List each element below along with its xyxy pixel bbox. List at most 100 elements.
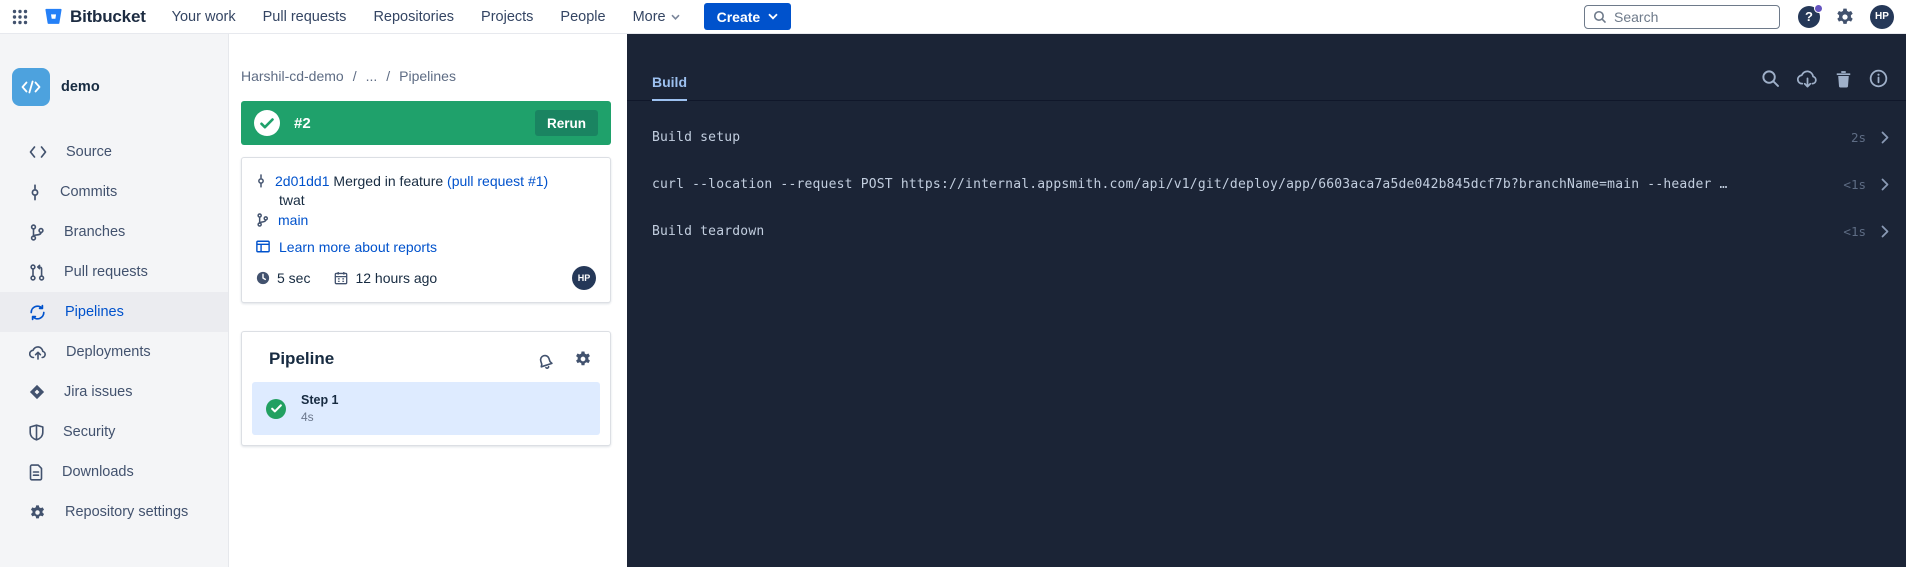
nav-item-pull-requests[interactable]: Pull requests bbox=[263, 9, 347, 25]
step-duration: 4s bbox=[301, 410, 339, 424]
pipeline-settings-gear-icon[interactable] bbox=[574, 350, 592, 368]
duration-item: 5 sec bbox=[256, 270, 310, 286]
log-row-duration: <1s bbox=[1843, 177, 1866, 192]
settings-gear-icon[interactable] bbox=[1835, 7, 1855, 27]
trash-icon[interactable] bbox=[1835, 70, 1852, 88]
commit-icon bbox=[29, 184, 41, 201]
commit-message-line2: twat bbox=[256, 191, 596, 210]
log-rows: Build setup 2s curl --location --request… bbox=[627, 114, 1906, 255]
breadcrumb-page[interactable]: Pipelines bbox=[399, 68, 456, 84]
search-input[interactable] bbox=[1614, 9, 1754, 25]
pipeline-summary-column: Harshil-cd-demo / ... / Pipelines #2 Rer… bbox=[229, 34, 627, 567]
page-content: demo Source Commits bbox=[0, 34, 1906, 567]
notifications-bell-icon[interactable] bbox=[539, 350, 557, 368]
download-log-cloud-icon[interactable] bbox=[1797, 70, 1818, 88]
notification-dot bbox=[1814, 4, 1823, 13]
pipeline-card: Pipeline Step 1 bbox=[241, 331, 611, 446]
run-number: #2 bbox=[294, 115, 311, 132]
deployments-icon bbox=[29, 345, 47, 360]
log-row-duration: <1s bbox=[1843, 224, 1866, 239]
info-icon[interactable] bbox=[1869, 69, 1888, 88]
bitbucket-logo-text: Bitbucket bbox=[70, 7, 146, 27]
commit-icon bbox=[256, 174, 266, 188]
nav-item-repositories[interactable]: Repositories bbox=[373, 9, 454, 25]
breadcrumb-separator: / bbox=[353, 68, 357, 84]
log-row-curl-command[interactable]: curl --location --request POST https://i… bbox=[627, 161, 1906, 208]
chevron-down-icon bbox=[671, 14, 680, 20]
bitbucket-logo-icon bbox=[44, 7, 63, 26]
repo-avatar[interactable] bbox=[12, 68, 50, 106]
calendar-icon bbox=[334, 271, 348, 285]
repo-sidebar: demo Source Commits bbox=[0, 34, 229, 567]
tab-build[interactable]: Build bbox=[652, 74, 687, 101]
success-check-icon bbox=[254, 110, 280, 136]
sidebar-item-commits[interactable]: Commits bbox=[0, 172, 228, 212]
breadcrumb: Harshil-cd-demo / ... / Pipelines bbox=[241, 68, 611, 84]
log-row-build-setup[interactable]: Build setup 2s bbox=[627, 114, 1906, 161]
branch-link[interactable]: main bbox=[278, 210, 308, 230]
nav-item-more[interactable]: More bbox=[633, 9, 680, 25]
log-row-text: Build setup bbox=[652, 130, 1835, 145]
sidebar-item-label: Downloads bbox=[62, 464, 134, 480]
sidebar-item-label: Jira issues bbox=[64, 384, 133, 400]
run-time-ago: 12 hours ago bbox=[355, 270, 437, 286]
sidebar-nav: Source Commits Branches bbox=[0, 132, 228, 532]
sidebar-item-label: Pull requests bbox=[64, 264, 148, 280]
nav-item-projects[interactable]: Projects bbox=[481, 9, 533, 25]
create-button-label: Create bbox=[717, 9, 761, 25]
pipeline-step-row[interactable]: Step 1 4s bbox=[252, 382, 600, 435]
sidebar-item-pipelines[interactable]: Pipelines bbox=[0, 292, 228, 332]
time-ago-item: 12 hours ago bbox=[334, 270, 437, 286]
chevron-right-icon bbox=[1881, 131, 1889, 144]
commit-hash-link[interactable]: 2d01dd1 bbox=[275, 173, 330, 189]
commit-message: Merged in feature bbox=[333, 173, 443, 189]
rerun-button[interactable]: Rerun bbox=[535, 110, 598, 136]
branch-icon bbox=[29, 224, 45, 241]
sidebar-item-repository-settings[interactable]: Repository settings bbox=[0, 492, 228, 532]
sidebar-item-downloads[interactable]: Downloads bbox=[0, 452, 228, 492]
bitbucket-logo[interactable]: Bitbucket bbox=[44, 7, 146, 27]
step-name: Step 1 bbox=[301, 393, 339, 407]
sidebar-item-source[interactable]: Source bbox=[0, 132, 228, 172]
sidebar-item-security[interactable]: Security bbox=[0, 412, 228, 452]
pull-request-icon bbox=[29, 264, 45, 281]
sidebar-item-label: Source bbox=[66, 144, 112, 160]
user-avatar[interactable]: HP bbox=[1870, 5, 1894, 29]
breadcrumb-ellipsis[interactable]: ... bbox=[366, 68, 378, 84]
sidebar-item-pull-requests[interactable]: Pull requests bbox=[0, 252, 228, 292]
breadcrumb-repo[interactable]: Harshil-cd-demo bbox=[241, 68, 344, 84]
sidebar-item-jira-issues[interactable]: Jira issues bbox=[0, 372, 228, 412]
nav-item-people[interactable]: People bbox=[560, 9, 605, 25]
nav-item-your-work[interactable]: Your work bbox=[172, 9, 236, 25]
primary-nav: Your work Pull requests Repositories Pro… bbox=[172, 9, 680, 25]
sidebar-item-deployments[interactable]: Deployments bbox=[0, 332, 228, 372]
branch-icon bbox=[256, 213, 269, 227]
top-nav: Bitbucket Your work Pull requests Reposi… bbox=[0, 0, 1906, 34]
log-row-text: curl --location --request POST https://i… bbox=[652, 177, 1827, 192]
log-search-icon[interactable] bbox=[1761, 69, 1780, 88]
log-row-text: Build teardown bbox=[652, 224, 1827, 239]
shield-icon bbox=[29, 424, 44, 441]
log-row-build-teardown[interactable]: Build teardown <1s bbox=[627, 208, 1906, 255]
step-success-check-icon bbox=[266, 399, 286, 419]
reports-icon bbox=[256, 240, 270, 253]
search-box[interactable] bbox=[1584, 5, 1780, 29]
nav-more-label: More bbox=[633, 9, 666, 25]
commit-message-text: 2d01dd1 Merged in feature (pull request … bbox=[275, 171, 548, 191]
log-panel-header: Build bbox=[627, 34, 1906, 101]
pipelines-icon bbox=[29, 304, 46, 321]
reports-row: Learn more about reports bbox=[256, 237, 596, 257]
commit-author-avatar[interactable]: HP bbox=[572, 266, 596, 290]
clock-icon bbox=[256, 271, 270, 285]
pull-request-link[interactable]: (pull request #1) bbox=[447, 173, 548, 189]
bitbucket-app: Bitbucket Your work Pull requests Reposi… bbox=[0, 0, 1906, 567]
reports-link[interactable]: Learn more about reports bbox=[279, 237, 437, 257]
sidebar-item-branches[interactable]: Branches bbox=[0, 212, 228, 252]
document-icon bbox=[29, 464, 43, 481]
commit-info-card: 2d01dd1 Merged in feature (pull request … bbox=[241, 157, 611, 303]
help-button[interactable]: ? bbox=[1798, 6, 1820, 28]
log-row-duration: 2s bbox=[1851, 130, 1866, 145]
create-button[interactable]: Create bbox=[704, 3, 792, 30]
app-switcher-icon[interactable] bbox=[10, 7, 30, 27]
repo-name: demo bbox=[61, 79, 100, 95]
